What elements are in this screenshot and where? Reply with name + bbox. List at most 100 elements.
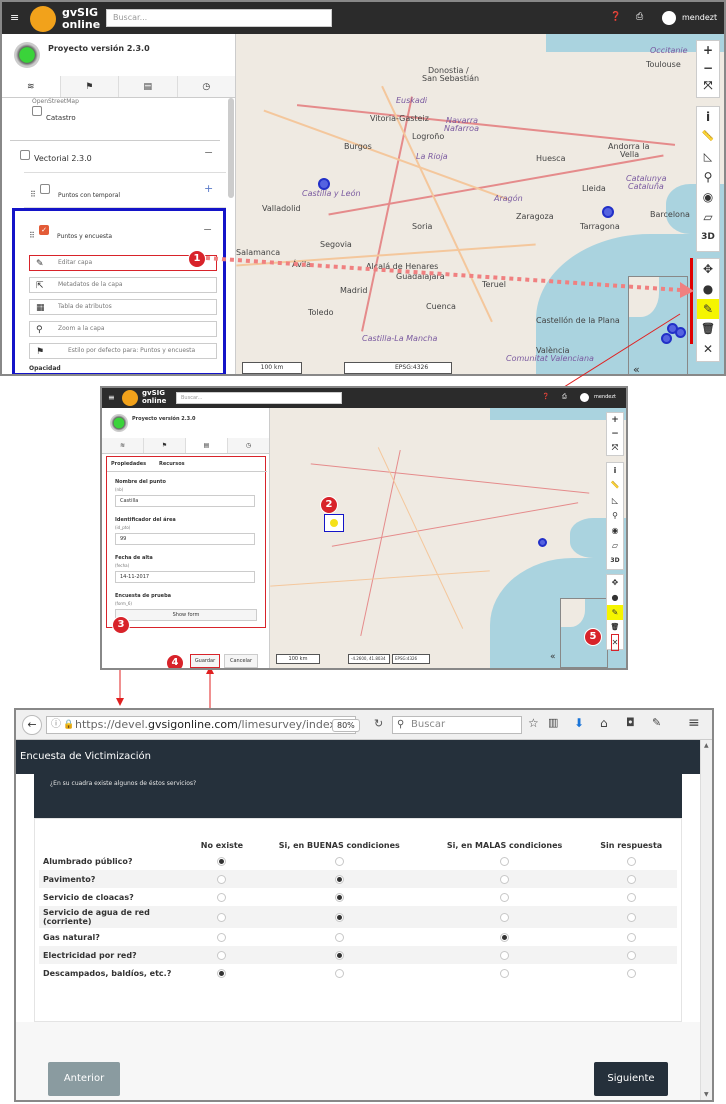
tab-legend[interactable]: ⚑ — [144, 438, 186, 453]
radio-button[interactable] — [334, 968, 344, 978]
zoom-level[interactable]: 80% — [332, 719, 360, 732]
group-collapse-button[interactable]: − — [204, 146, 213, 159]
eraser-icon[interactable]: ▱ — [612, 538, 618, 553]
radio-button[interactable] — [217, 874, 227, 884]
radio-button[interactable] — [626, 932, 636, 942]
radio-button[interactable] — [217, 856, 227, 866]
show-form-button[interactable]: Show form — [115, 609, 257, 621]
radio-button[interactable] — [626, 968, 636, 978]
epsg-select[interactable]: EPSG:4326 — [344, 362, 452, 374]
download-icon[interactable]: ⬇ — [574, 716, 584, 730]
drag-handle-icon[interactable]: ⠿ — [29, 231, 35, 240]
radio-button[interactable] — [500, 950, 510, 960]
style-select[interactable]: ⚑ Estilo por defecto para: Puntos y encue… — [29, 343, 217, 359]
layer-expand-button[interactable]: + — [204, 182, 213, 195]
next-button[interactable]: Siguiente — [594, 1062, 668, 1096]
bookmark-icon[interactable]: ☆ — [528, 716, 539, 730]
selected-point[interactable] — [324, 514, 344, 532]
url-bar[interactable]: ⓘ 🔒 https://devel.gvsigonline.com/limesu… — [46, 716, 356, 734]
map-point[interactable] — [318, 178, 330, 190]
move-icon[interactable]: ✥ — [612, 575, 619, 590]
avatar[interactable] — [580, 393, 589, 402]
map-1[interactable]: Occitanie Toulouse Donostia / San Sebast… — [236, 34, 724, 374]
tab-history[interactable]: ◷ — [178, 76, 236, 97]
radio-button[interactable] — [334, 950, 344, 960]
delete-icon[interactable]: 🗑 — [701, 319, 715, 339]
radio-button[interactable] — [500, 856, 510, 866]
radio-button[interactable] — [626, 856, 636, 866]
zoom-in-button[interactable]: + — [703, 41, 713, 59]
avatar[interactable] — [662, 11, 676, 25]
reload-icon[interactable]: ↻ — [374, 717, 383, 730]
map-point[interactable] — [538, 538, 547, 547]
radio-button[interactable] — [626, 874, 636, 884]
radio-button[interactable] — [500, 874, 510, 884]
info-icon[interactable]: i — [706, 107, 710, 127]
radio-button[interactable] — [217, 892, 227, 902]
map-2[interactable]: « 100 km -4.2600, 41.8034 EPSG:4326 — [270, 408, 626, 668]
pocket-icon[interactable]: ◘ — [626, 716, 635, 729]
library-icon[interactable]: ▥ — [548, 716, 558, 729]
target-icon[interactable]: ◉ — [612, 523, 619, 538]
radio-button[interactable] — [626, 892, 636, 902]
info-icon[interactable]: i — [614, 463, 617, 478]
previous-button[interactable]: Anterior — [48, 1062, 120, 1096]
menu-icon[interactable]: ≡ — [108, 393, 115, 402]
search-input[interactable]: Buscar... — [106, 9, 332, 27]
edit-feature-icon[interactable]: ✎ — [607, 605, 623, 620]
measure-area-icon[interactable]: ◺ — [704, 147, 712, 167]
zoom-out-button[interactable]: − — [611, 427, 619, 441]
tab-legend[interactable]: ⚑ — [61, 76, 119, 97]
radio-button[interactable] — [500, 932, 510, 942]
drag-handle-icon[interactable]: ⠿ — [30, 190, 36, 199]
browser-search[interactable]: ⚲ Buscar — [392, 716, 522, 734]
nombre-input[interactable]: Castilla — [115, 495, 255, 507]
location-icon[interactable]: ⚲ — [612, 508, 618, 523]
zoom-out-button[interactable]: − — [703, 59, 713, 77]
home-icon[interactable]: ⌂ — [600, 716, 608, 730]
measure-area-icon[interactable]: ◺ — [612, 493, 618, 508]
menu-icon[interactable]: ≡ — [10, 11, 19, 24]
edit-feature-icon[interactable]: ✎ — [697, 299, 719, 319]
close-edit-icon[interactable]: ✕ — [610, 634, 620, 651]
print-icon[interactable]: ⎙ — [562, 393, 567, 401]
layer-checkbox[interactable] — [32, 106, 42, 116]
zoom-layer-row[interactable]: ⚲ Zoom a la capa — [29, 321, 217, 337]
radio-button[interactable] — [500, 912, 510, 922]
tab-tables[interactable]: ▤ — [186, 438, 228, 453]
3d-button[interactable]: 3D — [701, 227, 715, 247]
radio-button[interactable] — [626, 912, 636, 922]
radio-button[interactable] — [217, 968, 227, 978]
layer-checkbox[interactable] — [40, 184, 50, 194]
measure-line-icon[interactable]: 📏 — [611, 478, 620, 493]
back-button[interactable]: ← — [22, 715, 42, 735]
hamburger-menu-icon[interactable]: ≡ — [688, 715, 700, 731]
move-icon[interactable]: ✥ — [703, 259, 713, 279]
print-icon[interactable]: ⎙ — [636, 12, 643, 22]
measure-line-icon[interactable]: 📏 — [702, 127, 714, 147]
target-icon[interactable]: ◉ — [703, 187, 713, 207]
fullscreen-icon[interactable]: ⤧ — [704, 77, 713, 95]
help-icon[interactable]: ❓ — [542, 393, 549, 400]
radio-button[interactable] — [217, 912, 227, 922]
radio-button[interactable] — [334, 892, 344, 902]
save-button[interactable]: Guardar — [190, 654, 220, 668]
radio-button[interactable] — [500, 968, 510, 978]
radio-button[interactable] — [626, 950, 636, 960]
id-input[interactable]: 99 — [115, 533, 255, 545]
radio-button[interactable] — [334, 912, 344, 922]
help-icon[interactable]: ❓ — [610, 12, 621, 22]
attribute-table-row[interactable]: ▦ Tabla de atributos — [29, 299, 217, 315]
tab-resources[interactable]: Recursos — [159, 461, 185, 467]
map-point[interactable] — [602, 206, 614, 218]
eraser-icon[interactable]: ▱ — [703, 207, 712, 227]
fullscreen-icon[interactable]: ⤧ — [612, 441, 618, 455]
panel-scrollbar[interactable] — [228, 98, 234, 198]
location-icon[interactable]: ⚲ — [704, 167, 713, 187]
draw-point-icon[interactable]: ● — [612, 590, 619, 605]
layer-collapse-button[interactable]: − — [203, 223, 212, 236]
layer-checkbox-checked[interactable]: ✓ — [39, 225, 49, 235]
extension-icon[interactable]: ✎ — [652, 716, 661, 729]
scrollbar[interactable]: ▲ ▼ — [700, 740, 712, 1100]
radio-button[interactable] — [334, 932, 344, 942]
